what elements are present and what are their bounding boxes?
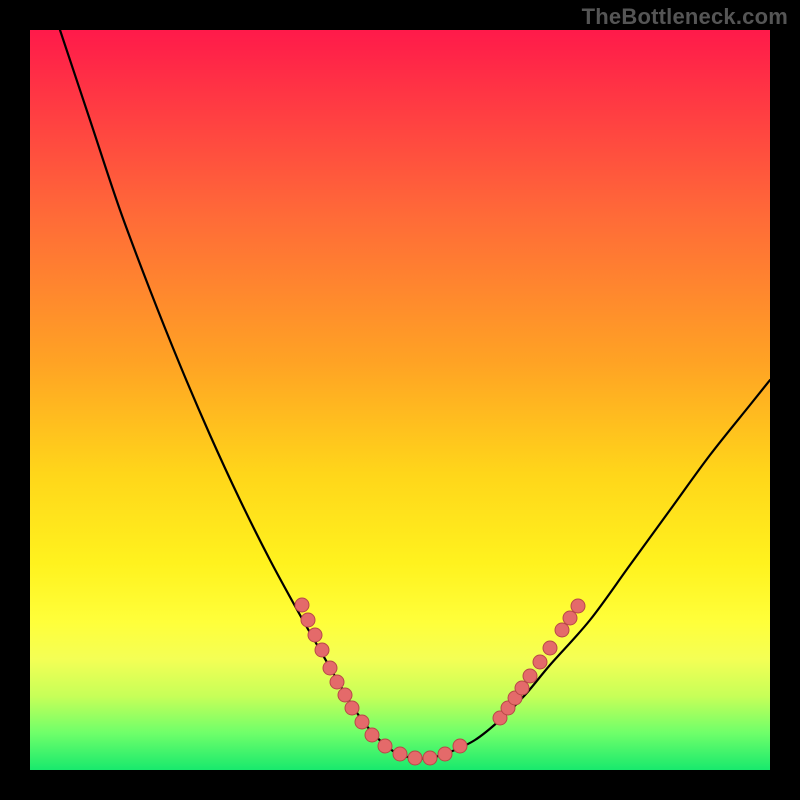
curve-marker [571,599,585,613]
chart-svg [30,30,770,770]
curve-marker [345,701,359,715]
attribution-text: TheBottleneck.com [582,4,788,30]
bottleneck-curve [60,30,770,759]
curve-marker [301,613,315,627]
plot-area [30,30,770,770]
curve-marker [563,611,577,625]
curve-marker [378,739,392,753]
curve-marker [423,751,437,765]
curve-marker [295,598,309,612]
curve-marker [308,628,322,642]
curve-marker [453,739,467,753]
curve-marker [543,641,557,655]
curve-marker [555,623,569,637]
curve-marker [365,728,379,742]
curve-marker [393,747,407,761]
curve-marker [330,675,344,689]
curve-marker [523,669,537,683]
curve-markers [295,598,585,765]
chart-container: TheBottleneck.com [0,0,800,800]
curve-marker [315,643,329,657]
curve-marker [323,661,337,675]
curve-marker [338,688,352,702]
curve-marker [438,747,452,761]
curve-marker [408,751,422,765]
curve-marker [515,681,529,695]
curve-marker [533,655,547,669]
curve-marker [355,715,369,729]
